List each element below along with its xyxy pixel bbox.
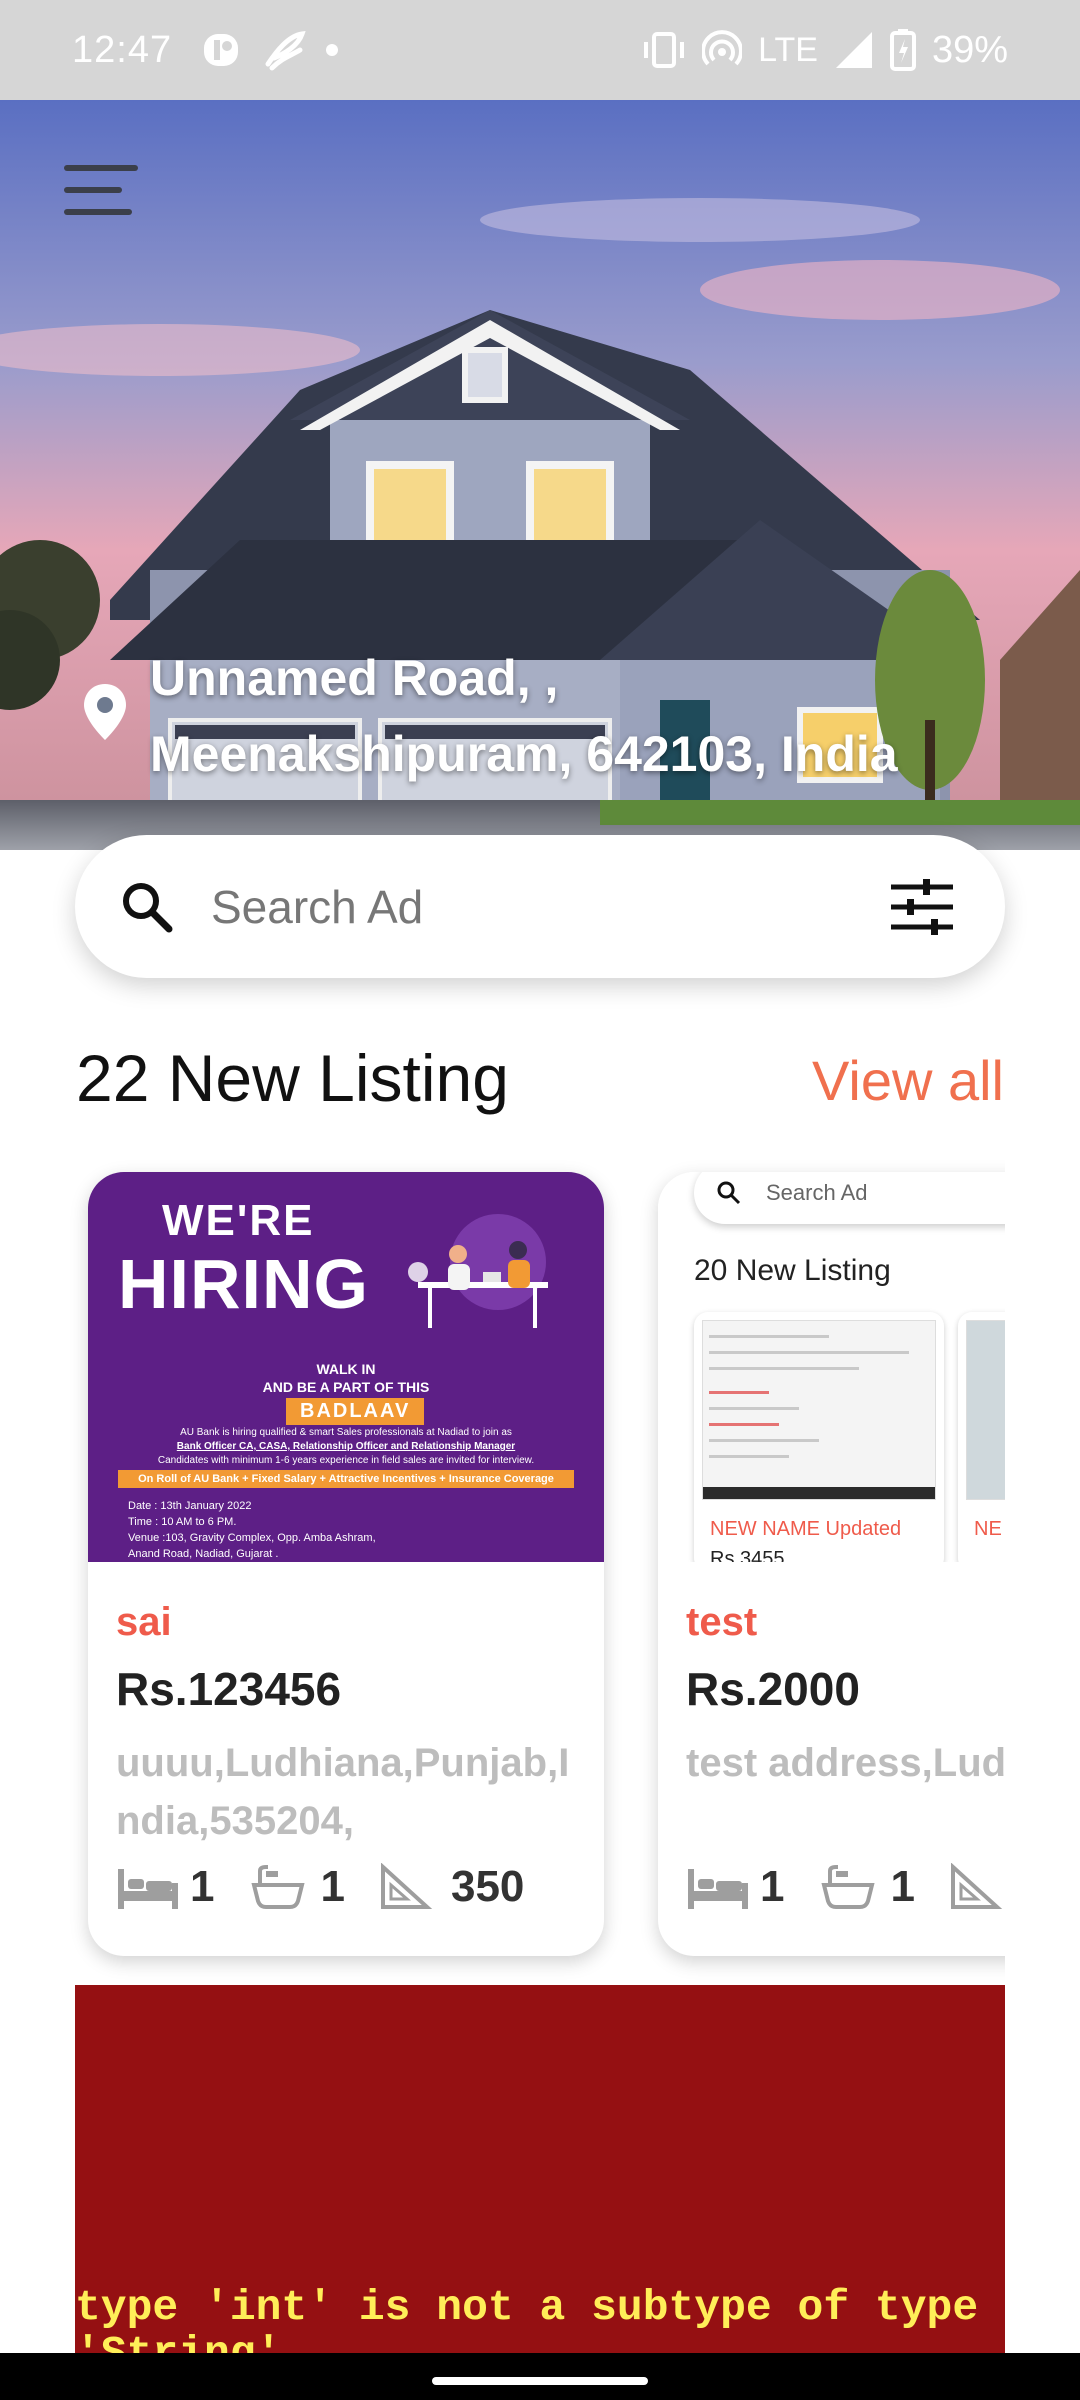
search-input[interactable] — [211, 879, 889, 934]
hotspot-icon — [702, 30, 743, 66]
area-value: 350 — [450, 1862, 525, 1911]
poster-desc-2: Bank Officer CA, CASA, Relationship Offi… — [176, 1441, 516, 1452]
listing-name: sai — [116, 1600, 172, 1644]
search-bar — [75, 835, 1005, 978]
section-title: 22 New Listing — [76, 1041, 509, 1115]
listing-features: 1 1 350 — [116, 1862, 556, 1912]
mini-listing-card: NE — [958, 1312, 1005, 1562]
hiring-poster: WE'RE HIRING WALK IN AND BE A PART OF TH… — [88, 1172, 604, 1562]
poster-description: AU Bank is hiring qualified & smart Sale… — [118, 1426, 574, 1468]
mini-listing-price: Rs.3455 — [710, 1548, 785, 1562]
poster-desc-3: Candidates with minimum 1-6 years experi… — [157, 1455, 535, 1466]
error-widget: type 'int' is not a subtype of type 'Str… — [75, 1985, 1005, 2353]
poster-benefits-bar: On Roll of AU Bank + Fixed Salary + Attr… — [118, 1470, 574, 1488]
poster-part-of-text: AND BE A PART OF THIS — [262, 1379, 430, 1395]
error-message: type 'int' is not a subtype of type 'Str… — [75, 2283, 979, 2354]
bath-count: 1 — [320, 1862, 345, 1911]
listing-image: Search Ad 20 New Listing NEW NAME Update… — [658, 1172, 1005, 1562]
location-line-2: Meenakshipuram, 642103, India — [150, 726, 898, 782]
mini-code-screenshot — [702, 1320, 936, 1500]
feather-notification-icon — [265, 30, 306, 71]
battery-level: 39% — [931, 28, 1008, 71]
location-pin-icon — [84, 684, 126, 740]
listing-card[interactable]: Search Ad 20 New Listing NEW NAME Update… — [658, 1172, 1005, 1956]
poster-badge: BADLAAV — [286, 1398, 425, 1425]
listing-address: uuuu,Ludhiana,Punjab,India,535204, — [116, 1741, 570, 1843]
mini-listing-name: NEW NAME Updated — [710, 1518, 902, 1540]
notification-dot-icon — [326, 44, 339, 56]
location-line-1: Unnamed Road, , — [150, 650, 559, 706]
app-notification-icon — [204, 34, 239, 66]
listing-card[interactable]: WE'RE HIRING WALK IN AND BE A PART OF TH… — [88, 1172, 604, 1956]
filter-sliders-icon[interactable] — [889, 877, 955, 937]
signal-icon — [835, 32, 872, 68]
mini-listing-name: NE — [974, 1518, 1002, 1540]
bed-icon — [688, 1869, 748, 1909]
current-location[interactable]: Unnamed Road, , Meenakshipuram, 642103, … — [150, 640, 898, 792]
listing-features: 1 1 350 — [686, 1862, 1005, 1912]
app-screenshot-image: Search Ad 20 New Listing NEW NAME Update… — [658, 1172, 1005, 1562]
mini-photo — [966, 1320, 1005, 1500]
listing-image: WE'RE HIRING WALK IN AND BE A PART OF TH… — [88, 1172, 604, 1562]
mini-title: 20 New Listing — [694, 1254, 891, 1287]
poster-details-list: Date : 13th January 2022 Time : 10 AM to… — [128, 1498, 376, 1562]
poster-walk-in: WALK IN AND BE A PART OF THIS — [88, 1360, 604, 1396]
mini-search-icon — [717, 1181, 741, 1205]
poster-hiring: HIRING — [118, 1245, 369, 1323]
mini-listing-card: NEW NAME Updated Rs.3455 — [694, 1312, 944, 1562]
area-ruler-icon — [950, 1863, 1003, 1909]
poster-venue: Venue :103, Gravity Complex, Opp. Amba A… — [128, 1532, 376, 1544]
poster-desc-1: AU Bank is hiring qualified & smart Sale… — [180, 1427, 512, 1438]
search-icon[interactable] — [117, 877, 177, 937]
poster-walk-in-text: WALK IN — [316, 1361, 376, 1377]
vibrate-icon — [644, 32, 685, 68]
meeting-illustration-icon — [408, 1214, 548, 1328]
listing-carousel[interactable]: WE'RE HIRING WALK IN AND BE A PART OF TH… — [0, 1160, 1005, 1980]
bathtub-icon — [821, 1865, 876, 1909]
listing-price: Rs.123456 — [116, 1663, 342, 1715]
bed-count: 1 — [760, 1862, 785, 1911]
network-type: LTE — [758, 30, 818, 69]
listing-address: test address,Ludhiana — [686, 1741, 1005, 1785]
poster-time: Time : 10 AM to 6 PM. — [128, 1516, 237, 1528]
status-bar: 12:47 LTE 39% — [0, 0, 1080, 100]
mini-search-text: Search Ad — [766, 1180, 868, 1205]
menu-icon[interactable] — [64, 165, 138, 223]
status-time: 12:47 — [72, 28, 173, 71]
hero-banner: Unnamed Road, , Meenakshipuram, 642103, … — [0, 100, 1080, 850]
bed-count: 1 — [190, 1862, 215, 1911]
poster-date: Date : 13th January 2022 — [128, 1500, 252, 1512]
home-gesture-handle[interactable] — [432, 2377, 648, 2385]
battery-icon — [889, 29, 916, 71]
bath-count: 1 — [890, 1862, 915, 1911]
bathtub-icon — [251, 1865, 306, 1909]
listing-name: test — [686, 1600, 758, 1644]
view-all-link[interactable]: View all — [812, 1048, 1004, 1113]
listing-price: Rs.2000 — [686, 1663, 860, 1715]
area-ruler-icon — [380, 1863, 433, 1909]
poster-were: WE'RE — [162, 1196, 315, 1245]
mini-search-bar: Search Ad — [694, 1172, 1005, 1224]
poster-venue-2: Anand Road, Nadiad, Gujarat . — [128, 1548, 279, 1560]
bed-icon — [118, 1869, 178, 1909]
